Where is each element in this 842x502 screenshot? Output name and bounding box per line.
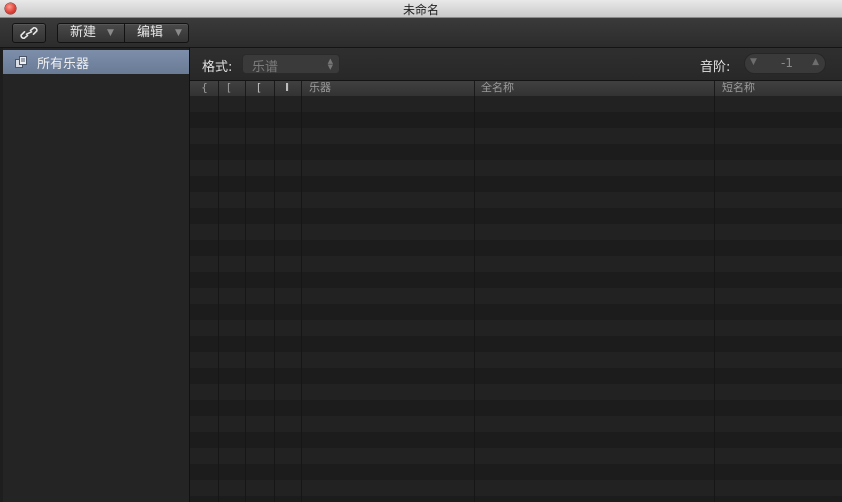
increment-arrow-icon[interactable]: ▲: [812, 57, 819, 67]
edit-label: 编辑: [137, 25, 164, 40]
column-header-short-name[interactable]: 短名称: [714, 81, 755, 96]
column-divider: [245, 96, 246, 502]
link-button[interactable]: [12, 23, 46, 43]
sidebar: 所有乐器: [3, 48, 190, 502]
new-label: 新建: [70, 25, 97, 40]
column-header-brace[interactable]: {: [201, 81, 208, 96]
table-header: { [ [ I 乐器 全名称 短名称: [190, 80, 842, 97]
decrement-arrow-icon[interactable]: ▼: [750, 57, 757, 67]
control-bar: 格式: 乐谱 ▲ ▼ 音阶: ▼ -1 ▲: [190, 48, 842, 80]
instrument-set-icon: [15, 56, 27, 68]
sidebar-item-label: 所有乐器: [37, 57, 90, 72]
table-body: [190, 96, 842, 502]
updown-arrows-icon: ▲ ▼: [327, 57, 333, 71]
new-edit-segment: 新建 ▼ 编辑 ▼: [57, 23, 189, 43]
octave-label: 音阶:: [700, 60, 731, 75]
title-bar: 未命名: [0, 0, 842, 18]
column-header-bracket[interactable]: [: [218, 81, 231, 96]
column-header-instrument[interactable]: 乐器: [301, 81, 331, 96]
column-header-bar[interactable]: I: [274, 81, 289, 96]
window-title: 未命名: [402, 3, 439, 17]
edit-menu-button[interactable]: 编辑 ▼: [124, 24, 188, 42]
column-divider: [301, 96, 302, 502]
chevron-down-icon: ▼: [175, 28, 182, 38]
toolbar: 新建 ▼ 编辑 ▼: [0, 18, 842, 48]
octave-stepper[interactable]: ▼ -1 ▲: [744, 53, 826, 74]
format-value: 乐谱: [252, 60, 279, 75]
column-divider: [274, 96, 275, 502]
main-panel: 格式: 乐谱 ▲ ▼ 音阶: ▼ -1 ▲ { [ [ I 乐器 全名称 短名称: [190, 48, 842, 502]
link-icon: [20, 27, 38, 39]
column-divider: [218, 96, 219, 502]
column-header-full-name[interactable]: 全名称: [474, 81, 514, 96]
column-header-sub-bracket[interactable]: [: [245, 81, 261, 96]
new-menu-button[interactable]: 新建 ▼: [58, 24, 125, 42]
format-label: 格式:: [202, 60, 233, 75]
octave-value: -1: [781, 56, 793, 70]
column-divider: [474, 96, 475, 502]
column-divider: [714, 96, 715, 502]
chevron-down-icon: ▼: [107, 28, 114, 38]
sidebar-item-all-instruments[interactable]: 所有乐器: [3, 50, 189, 74]
format-select[interactable]: 乐谱 ▲ ▼: [242, 54, 340, 75]
